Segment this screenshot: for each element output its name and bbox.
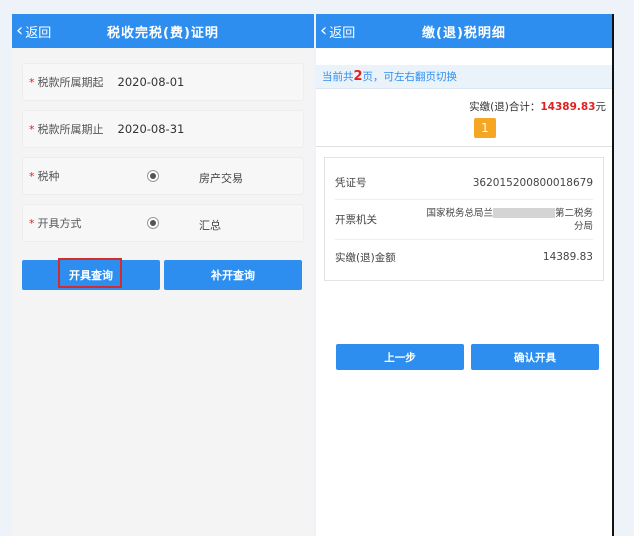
voucher-value: 362015200800018679 <box>472 176 593 189</box>
detail-card: 凭证号 362015200800018679 开票机关 国家税务总局兰 第二税务分… <box>324 157 604 281</box>
required-mark: * <box>29 122 35 136</box>
back-label: 返回 <box>329 25 356 41</box>
confirm-issue-button[interactable]: 确认开具 <box>471 344 599 370</box>
action-buttons: 开具查询 补开查询 <box>22 258 302 290</box>
divider <box>316 146 612 147</box>
issue-method-option-label: 汇总 <box>199 219 221 232</box>
query-form: * 税款所属期起 2020-08-01 * 税款所属期止 2020-08-31 … <box>12 48 314 536</box>
field-label: 税种 <box>37 170 60 183</box>
issue-query-button[interactable]: 开具查询 <box>22 258 160 290</box>
tax-detail-screen: ‹ 返回 缴(退)税明细 当前共 2 页，可左右翻页切换 实缴(退)合计：14389… <box>316 14 614 536</box>
back-button[interactable]: ‹ 返回 <box>16 14 51 48</box>
issuing-office-text-c: 分局 <box>573 220 593 232</box>
chevron-left-icon: ‹ <box>16 20 24 41</box>
amount-label: 实缴(退)金额 <box>335 251 396 264</box>
header-bar: ‹ 返回 税收完税(费)证明 <box>12 14 314 48</box>
field-label: 开具方式 <box>37 217 82 230</box>
chevron-left-icon: ‹ <box>320 20 328 41</box>
reissue-query-label: 补开查询 <box>211 269 255 282</box>
highlight-box <box>58 258 122 288</box>
detail-row-voucher: 凭证号 362015200800018679 <box>335 166 593 200</box>
period-start-value[interactable]: 2020-08-01 <box>118 75 185 89</box>
field-tax-type: * 税种 房产交易 <box>22 157 304 195</box>
page-title: 缴(退)税明细 <box>422 25 506 41</box>
issuing-office-value: 国家税务总局兰 第二税务 分局 <box>423 207 593 233</box>
required-mark: * <box>29 169 35 183</box>
notice-prefix: 当前共 <box>322 71 354 83</box>
tax-type-radio[interactable] <box>147 170 159 182</box>
back-button[interactable]: ‹ 返回 <box>320 14 355 48</box>
page-notice: 当前共 2 页，可左右翻页切换 <box>316 65 612 89</box>
detail-row-amount: 实缴(退)金额 14389.83 <box>335 240 593 274</box>
page-count: 2 <box>353 69 363 84</box>
issuing-office-label: 开票机关 <box>335 214 377 226</box>
required-mark: * <box>29 75 35 89</box>
required-mark: * <box>29 216 35 230</box>
detail-row-issuing-office: 开票机关 国家税务总局兰 第二税务 分局 <box>335 200 593 240</box>
total-unit: 元 <box>595 101 607 113</box>
field-period-end[interactable]: * 税款所属期止 2020-08-31 <box>22 110 304 148</box>
reissue-query-button[interactable]: 补开查询 <box>164 260 302 290</box>
field-label: 税款所属期起 <box>37 76 104 89</box>
page-indicator[interactable]: 1 <box>474 118 496 138</box>
issuing-office-text-b: 第二税务 <box>554 207 593 219</box>
previous-step-button[interactable]: 上一步 <box>336 344 464 370</box>
amount-value: 14389.83 <box>542 251 593 263</box>
detail-actions: 上一步 确认开具 <box>336 344 612 370</box>
tax-type-option-label: 房产交易 <box>199 172 243 185</box>
total-amount: 14389.83 <box>540 101 596 113</box>
period-end-value[interactable]: 2020-08-31 <box>118 122 185 136</box>
notice-suffix: 页，可左右翻页切换 <box>362 71 458 83</box>
page-title: 税收完税(费)证明 <box>107 25 219 41</box>
tax-certificate-screen: ‹ 返回 税收完税(费)证明 * 税款所属期起 2020-08-01 * 税款所… <box>12 14 314 536</box>
total-label: 实缴(退)合计： <box>469 101 541 113</box>
field-period-start[interactable]: * 税款所属期起 2020-08-01 <box>22 63 304 101</box>
total-paid: 实缴(退)合计：14389.83元 <box>316 99 612 114</box>
voucher-label: 凭证号 <box>335 177 367 189</box>
issuing-office-text-a: 国家税务总局兰 <box>426 207 493 219</box>
field-label: 税款所属期止 <box>37 123 104 136</box>
header-bar: ‹ 返回 缴(退)税明细 <box>316 14 612 48</box>
back-label: 返回 <box>25 25 52 41</box>
issue-method-radio[interactable] <box>147 217 159 229</box>
redacted-block <box>492 208 555 218</box>
field-issue-method: * 开具方式 汇总 <box>22 204 304 242</box>
